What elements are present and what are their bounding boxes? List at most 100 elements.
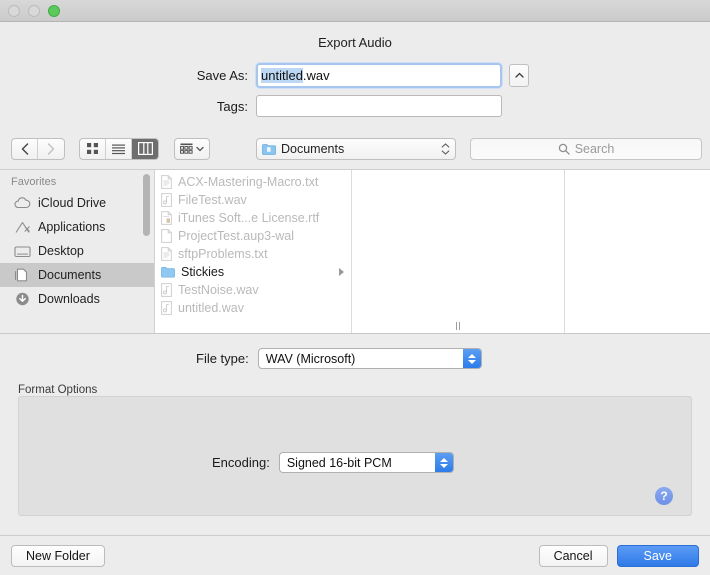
save-as-selected-text: untitled [261, 68, 303, 83]
arrange-grid-icon [180, 143, 193, 154]
save-as-row: Save As: untitled .wav [186, 63, 529, 88]
sidebar-item-desktop[interactable]: Desktop [0, 239, 154, 263]
dialog-title: Export Audio [318, 35, 392, 50]
cloud-icon [14, 197, 31, 209]
disclosure-triangle-icon [339, 268, 344, 276]
audio-file-icon [161, 283, 172, 297]
sidebar-item-downloads[interactable]: Downloads [0, 287, 154, 311]
dialog-footer: New Folder Cancel Save [0, 535, 710, 575]
list-item-label: Stickies [181, 265, 225, 279]
save-as-label: Save As: [196, 68, 248, 83]
chevron-right-icon [47, 142, 55, 155]
view-mode-group [79, 137, 159, 160]
tags-row: Tags: [186, 95, 502, 117]
encoding-label: Encoding: [212, 455, 270, 470]
sidebar-scrollbar[interactable] [143, 174, 150, 236]
file-column-3[interactable] [565, 170, 710, 333]
zoom-button[interactable] [48, 5, 60, 17]
list-item-label: sftpProblems.txt [178, 247, 268, 261]
file-type-select[interactable]: WAV (Microsoft) [257, 348, 482, 369]
list-item[interactable]: sftpProblems.txt [155, 245, 351, 263]
new-folder-button[interactable]: New Folder [11, 544, 105, 567]
list-item[interactable]: untitled.wav [155, 299, 351, 317]
sidebar-item-label: iCloud Drive [38, 196, 107, 210]
stepper-arrows-icon [434, 453, 453, 472]
sidebar-item-documents[interactable]: Documents [0, 263, 154, 287]
file-type-label: File type: [196, 351, 249, 366]
documents-icon [14, 268, 28, 282]
window-titlebar [0, 0, 710, 22]
sidebar-item-label: Desktop [38, 244, 84, 258]
traffic-lights [8, 5, 60, 17]
save-button[interactable]: Save [616, 544, 699, 567]
icon-view-button[interactable] [80, 138, 106, 159]
folder-blue-icon [262, 143, 276, 155]
sidebar-item-label: Applications [38, 220, 106, 234]
list-item-label: ACX-Mastering-Macro.txt [178, 175, 319, 189]
sidebar-item-label: Documents [38, 268, 102, 282]
search-input[interactable]: Search [470, 137, 702, 160]
file-column-1: ACX-Mastering-Macro.txt FileTest.wav iTu… [155, 170, 352, 333]
applications-icon [15, 221, 30, 233]
list-item[interactable]: Stickies [155, 263, 351, 281]
arrange-group [174, 137, 210, 160]
list-item[interactable]: FileTest.wav [155, 191, 351, 209]
text-document-icon [161, 175, 172, 189]
list-item-label: FileTest.wav [178, 193, 247, 207]
list-icon [112, 144, 125, 154]
nav-buttons [11, 137, 65, 160]
encoding-value: Signed 16-bit PCM [286, 455, 392, 470]
help-button[interactable]: ? [655, 487, 673, 505]
file-column-2[interactable] [352, 170, 565, 333]
folder-blue-icon [161, 267, 175, 278]
list-item[interactable]: iTunes Soft...e License.rtf [155, 209, 351, 227]
downloads-icon [16, 292, 29, 306]
arrange-button[interactable] [175, 139, 209, 159]
save-as-extension-text: .wav [302, 68, 330, 83]
sidebar-item-applications[interactable]: Applications [0, 215, 154, 239]
column-view-button[interactable] [132, 138, 158, 159]
blank-document-icon [161, 229, 172, 243]
file-browser: Favorites iCloud Drive Applications Desk… [0, 170, 710, 334]
path-popup-label: Documents [281, 141, 345, 156]
column-resize-grip[interactable] [456, 322, 460, 330]
list-item[interactable]: ACX-Mastering-Macro.txt [155, 173, 351, 191]
updown-arrows-icon [441, 142, 450, 155]
chevron-down-icon [196, 146, 204, 151]
list-item[interactable]: TestNoise.wav [155, 281, 351, 299]
text-document-icon [161, 247, 172, 261]
search-placeholder: Search [574, 141, 615, 156]
tags-input[interactable] [256, 95, 502, 117]
audio-file-icon [161, 301, 172, 315]
desktop-icon [14, 245, 31, 257]
stepper-arrows-icon [462, 349, 481, 368]
grid-icon [87, 143, 98, 154]
tags-label: Tags: [216, 98, 248, 114]
list-item-label: TestNoise.wav [178, 283, 259, 297]
sidebar: Favorites iCloud Drive Applications Desk… [0, 170, 155, 333]
forward-button [38, 139, 64, 159]
cancel-button[interactable]: Cancel [538, 544, 608, 567]
encoding-select[interactable]: Signed 16-bit PCM [278, 452, 454, 473]
columns-icon [137, 142, 153, 155]
list-item[interactable]: ProjectTest.aup3-wal [155, 227, 351, 245]
list-view-button[interactable] [106, 138, 132, 159]
sidebar-item-icloud-drive[interactable]: iCloud Drive [0, 191, 154, 215]
audio-file-icon [161, 193, 172, 207]
encoding-row: Encoding: Signed 16-bit PCM [212, 452, 454, 473]
list-item-label: ProjectTest.aup3-wal [178, 229, 295, 243]
chevron-left-icon [21, 142, 28, 155]
sidebar-item-label: Downloads [38, 292, 100, 306]
back-button[interactable] [12, 138, 38, 159]
save-as-input[interactable]: untitled .wav [256, 63, 502, 88]
browser-toolbar: Documents Search [0, 128, 710, 170]
file-type-row: File type: WAV (Microsoft) [196, 348, 482, 369]
chevron-up-icon[interactable] [509, 64, 529, 87]
search-icon [558, 143, 570, 155]
sidebar-header-favorites: Favorites [11, 176, 57, 188]
path-popup-button[interactable]: Documents [256, 137, 456, 160]
file-type-value: WAV (Microsoft) [265, 351, 356, 366]
minimize-button [28, 5, 40, 17]
list-item-label: untitled.wav [178, 301, 245, 315]
format-options-label: Format Options [18, 384, 98, 396]
